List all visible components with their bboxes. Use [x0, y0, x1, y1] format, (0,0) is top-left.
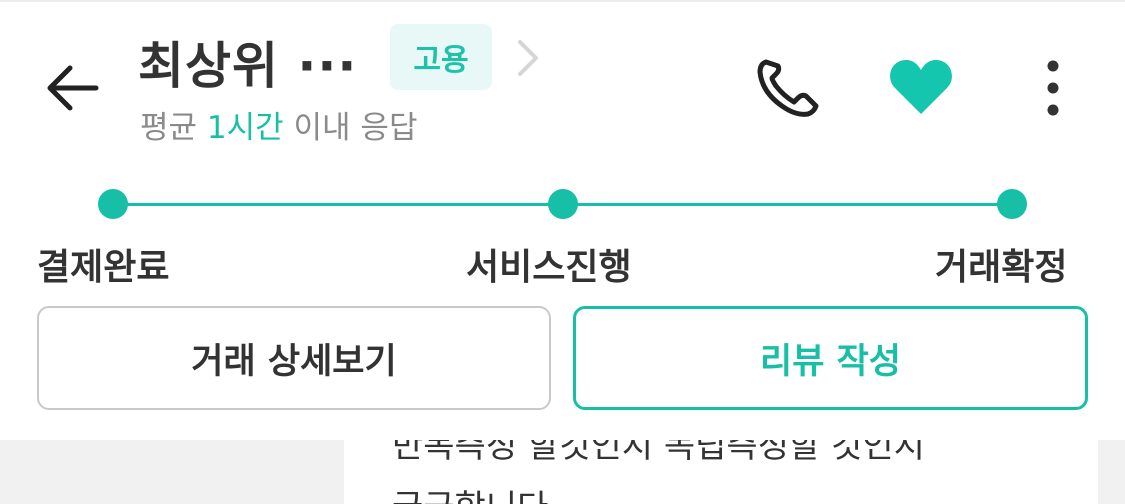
response-highlight: 1시간	[206, 110, 284, 146]
write-review-button[interactable]: 리뷰 작성	[573, 306, 1088, 410]
step-payment-complete: 결제완료	[37, 247, 170, 288]
step-service-in-progress: 서비스진행	[466, 247, 632, 288]
response-suffix: 이내 응답	[283, 110, 418, 146]
back-button[interactable]	[40, 58, 106, 118]
message-bubble: 반복측정 할것인지 독립측정할 것인지 궁금합니다.	[344, 440, 1098, 504]
deal-detail-button[interactable]: 거래 상세보기	[37, 306, 551, 410]
category-badge: 고용	[390, 24, 492, 90]
message-line-2: 궁금합니다.	[392, 480, 559, 504]
arrow-left-icon	[47, 65, 99, 111]
response-prefix: 평균	[140, 110, 207, 146]
heart-icon	[890, 60, 952, 114]
top-divider	[0, 0, 1125, 2]
phone-icon	[757, 59, 819, 117]
more-vertical-icon	[1047, 60, 1059, 116]
partner-name[interactable]: 최상위 ···	[138, 26, 357, 98]
favorite-button[interactable]	[888, 58, 954, 116]
response-time: 평균 1시간 이내 응답	[140, 102, 417, 147]
chevron-right-icon	[518, 40, 538, 76]
profile-link[interactable]	[510, 36, 544, 80]
message-line-1: 반복측정 할것인지 독립측정할 것인지	[392, 440, 925, 466]
progress-dot-2	[548, 189, 578, 219]
chat-header: 최상위 ··· 고용 평균 1시간 이내 응답 결제완료 서비스진행 거래확정 …	[0, 0, 1125, 440]
progress-dot-3	[997, 189, 1027, 219]
step-deal-confirmed: 거래확정	[935, 247, 1068, 288]
more-button[interactable]	[1036, 56, 1070, 120]
progress-dot-1	[98, 189, 128, 219]
call-button[interactable]	[752, 54, 824, 120]
